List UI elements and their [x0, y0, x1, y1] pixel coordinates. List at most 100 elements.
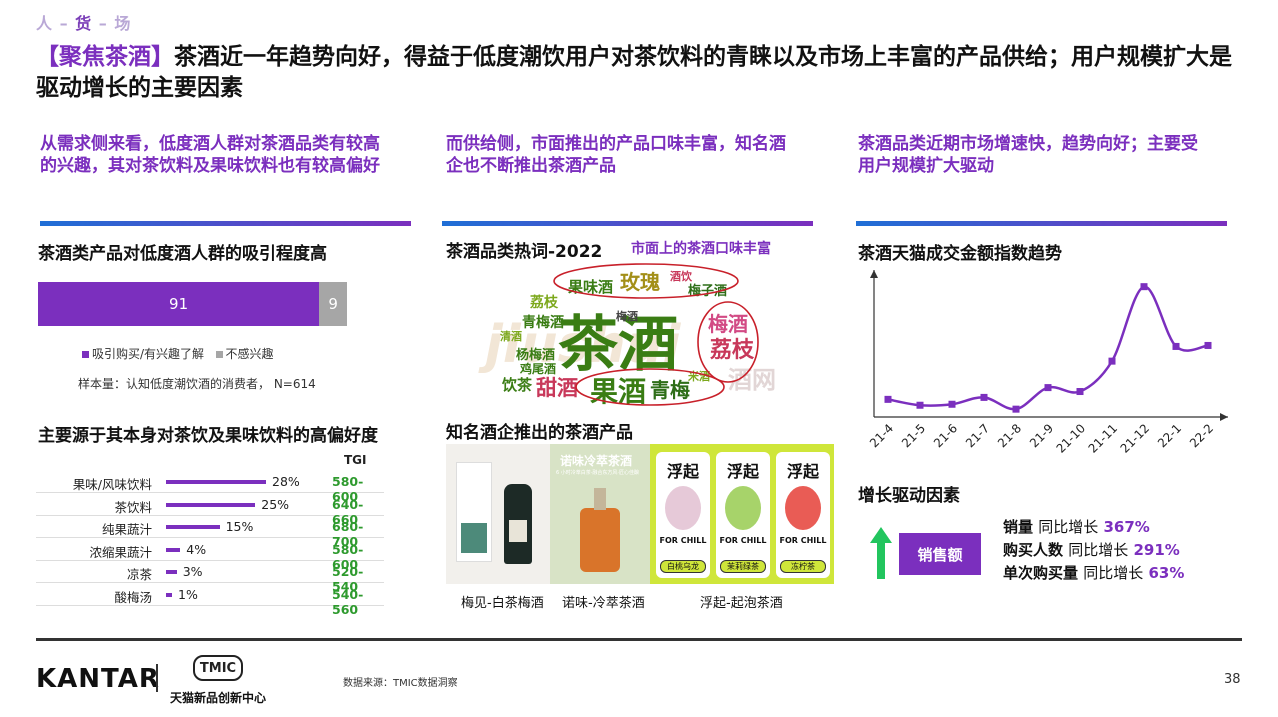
trend-heading: 茶酒天猫成交金额指数趋势	[858, 244, 1062, 264]
product-image-nuowei: 诺味冷萃茶酒 6 小时冷萃白茶·融合东方风·匠心佳酿	[550, 444, 650, 584]
row-label: 茶饮料	[114, 499, 152, 515]
row-percent: 1%	[178, 586, 198, 602]
not-interested-value: 9	[328, 295, 338, 313]
table-row: 浓缩果蔬汁 4% 580-600	[36, 539, 384, 572]
mid-intro: 而供给侧，市面推出的产品口味丰富，知名酒企也不断推出茶酒产品	[446, 134, 786, 176]
data-point	[1108, 357, 1116, 365]
word-cloud: jiushui 酒网 茶酒 玫瑰 果味酒 梅子酒 酒饮 荔枝 荔枝 青梅酒 梅酒…	[480, 260, 800, 420]
interested-value: 91	[169, 295, 189, 313]
can-flavor: 茉莉绿茶	[720, 560, 766, 573]
row-label: 凉茶	[126, 567, 152, 582]
page-title: 【聚焦茶酒】茶酒近一年趋势向好，得益于低度潮饮用户对茶饮料的青睐以及市场上丰富的…	[36, 42, 1246, 104]
legend-swatch-interested	[82, 351, 89, 358]
data-point	[1204, 341, 1212, 349]
row-percent: 15%	[225, 519, 254, 534]
bottle-icon	[580, 508, 620, 572]
bottle-neck	[594, 488, 606, 510]
product-image-fuqi: 浮起 FOR CHILL 白桃乌龙 浮起 FOR CHILL 茉莉绿茶 浮起 FOR CHIL…	[650, 444, 834, 584]
highlight-ellipse-right	[697, 301, 759, 383]
breadcrumb-sep: –	[98, 14, 108, 33]
tmic-name: 天猫新品创新中心	[170, 691, 267, 705]
bottle-label	[509, 520, 527, 542]
row-bar	[166, 480, 266, 484]
legend-interested: 吸引购买/有兴趣了解	[92, 347, 205, 361]
x-tick-label: 21-9	[1027, 421, 1056, 450]
x-tick-label: 22-1	[1155, 421, 1184, 450]
product-image-meijian	[446, 444, 550, 584]
row-bar	[166, 502, 256, 507]
row-label: 纯果蔬汁	[101, 522, 152, 537]
driver-list: 销量 同比增长 367% 购买人数 同比增长 291% 单次购买量 同比增长 6…	[1003, 516, 1184, 583]
nuowei-label: 诺味冷萃茶酒	[560, 454, 633, 468]
can-icon: 浮起 FOR CHILL 白桃乌龙	[656, 452, 710, 578]
can-flavor: 冻柠茶	[780, 560, 826, 573]
tmic-logo: TMIC	[193, 655, 243, 681]
wordcloud-note: 市面上的茶酒口味丰富	[631, 241, 771, 257]
can-text: FOR CHILL	[779, 536, 827, 545]
trend-line-chart: 21-4 21-5 21-6 21-7 21-8 21-921-1021-1121-12 2…	[867, 270, 1228, 456]
x-tick-label: 21-7	[963, 421, 992, 450]
nuowei-small: 6 小时冷萃白茶·融合东方风·匠心佳酿	[556, 470, 639, 476]
logo-divider	[156, 664, 158, 692]
drivers-heading: 增长驱动因素	[858, 486, 960, 506]
data-source: 数据来源：TMIC数据洞察	[343, 678, 458, 689]
x-tick-label: 21-4	[867, 421, 896, 450]
row-bar	[166, 592, 172, 597]
data-point	[1172, 342, 1180, 350]
can-text: FOR CHILL	[659, 536, 707, 545]
data-point	[980, 393, 988, 401]
table-row: 酸梅汤 1% 540-560	[36, 584, 384, 617]
highlight-ellipse-top	[553, 263, 739, 299]
can-art	[785, 486, 821, 530]
row-bar	[166, 570, 177, 574]
can-brand: 浮起	[786, 462, 819, 481]
driver-line: 销量 同比增长 367%	[1003, 518, 1150, 536]
x-tick-label: 21-12	[1118, 421, 1153, 456]
row-bar	[166, 525, 220, 529]
can-icon: 浮起 FOR CHILL 茉莉绿茶	[716, 452, 770, 578]
breadcrumb-place: 场	[114, 14, 132, 33]
bottle-icon	[504, 484, 532, 564]
x-tick-label: 21-11	[1086, 421, 1121, 456]
x-axis-arrow	[1220, 413, 1228, 421]
product-box-print	[461, 523, 487, 553]
interested-segment: 91	[38, 282, 320, 326]
row-label: 果味/风味饮料	[72, 477, 152, 492]
data-point	[1044, 384, 1052, 392]
data-point	[1140, 283, 1148, 291]
row-tgi: 540-560	[332, 586, 364, 617]
legend-not: 不感兴趣	[225, 347, 274, 361]
caption-nuowei: 诺味-冷萃茶酒	[562, 596, 645, 611]
x-tick-label: 21-5	[899, 421, 928, 450]
can-art	[665, 486, 701, 530]
table-row: 果味/风味饮料 28% 580-600	[36, 471, 384, 504]
x-tick-label: 21-8	[995, 421, 1024, 450]
products-heading: 知名酒企推出的茶酒产品	[446, 423, 633, 443]
data-point	[1076, 388, 1084, 396]
divider-mid	[442, 221, 813, 226]
data-point	[916, 401, 924, 409]
wordcloud-heading: 茶酒品类热词-2022	[446, 242, 603, 262]
data-point	[1012, 405, 1020, 413]
attraction-bar: 91 9	[38, 282, 347, 326]
attraction-legend: 吸引购买/有兴趣了解 不感兴趣	[82, 345, 274, 362]
tgi-header: TGI	[344, 453, 367, 467]
caption-fuqi: 浮起-起泡茶酒	[700, 596, 783, 611]
kantar-logo: KANTAR	[36, 664, 160, 694]
preference-heading: 主要源于其本身对茶饮及果味饮料的高偏好度	[38, 426, 378, 446]
sales-badge: 销售额	[899, 533, 981, 575]
divider-left	[40, 221, 411, 226]
divider-right	[856, 221, 1227, 226]
can-brand: 浮起	[666, 462, 699, 481]
left-intro: 从需求侧来看，低度酒人群对茶酒品类有较高的兴趣，其对茶饮料及果味饮料也有较高偏好	[40, 134, 380, 176]
can-brand: 浮起	[726, 462, 759, 481]
not-interested-segment: 9	[319, 282, 347, 326]
right-intro: 茶酒品类近期市场增速快，趋势向好；主要受用户规模扩大驱动	[858, 134, 1198, 176]
row-bar	[166, 547, 181, 552]
data-point	[884, 395, 892, 403]
attraction-heading: 茶酒类产品对低度酒人群的吸引程度高	[38, 244, 327, 264]
footer-divider	[36, 638, 1242, 641]
breadcrumb: 人 – 货 – 场	[36, 10, 131, 34]
can-icon: 浮起 FOR CHILL 冻柠茶	[776, 452, 830, 578]
title-tag: 【聚焦茶酒】	[36, 44, 174, 70]
